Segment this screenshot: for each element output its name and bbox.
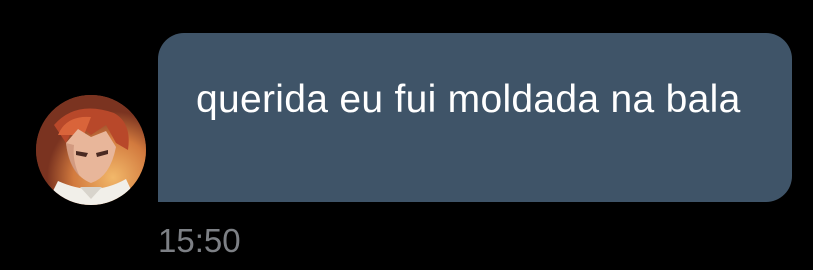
message-text: querida eu fui moldada na bala bbox=[196, 78, 741, 121]
message-bubble[interactable]: querida eu fui moldada na bala bbox=[158, 33, 792, 202]
chat-message-row: querida eu fui moldada na bala 15:50 bbox=[0, 0, 813, 270]
message-timestamp: 15:50 bbox=[158, 222, 241, 259]
user-avatar-icon[interactable] bbox=[36, 95, 146, 205]
avatar-illustration bbox=[36, 95, 146, 205]
